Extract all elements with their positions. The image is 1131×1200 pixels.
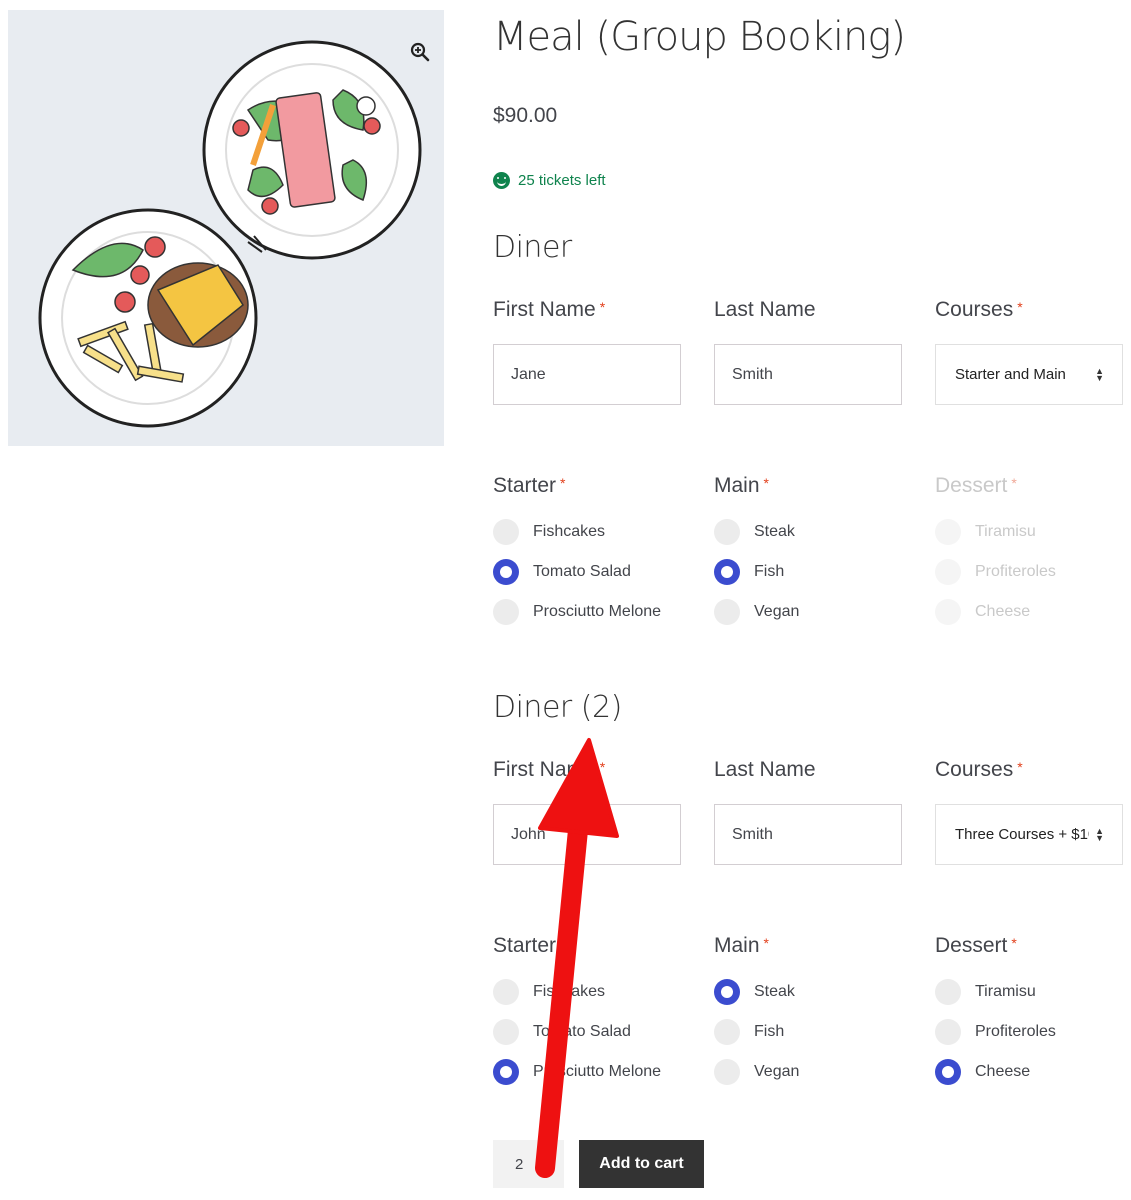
starter-option-fishcakes[interactable]: Fishcakes xyxy=(493,979,605,1005)
main-label: Main * xyxy=(714,474,769,497)
dessert-label: Dessert * xyxy=(935,474,1017,497)
main-label: Main * xyxy=(714,934,769,957)
radio-button[interactable] xyxy=(493,979,519,1005)
select-arrows-icon: ▲ ▼ xyxy=(1095,365,1104,383)
meal-illustration xyxy=(38,40,422,428)
radio-label: Tiramisu xyxy=(975,983,1036,1000)
main-option-fish[interactable]: Fish xyxy=(714,559,784,585)
courses-label: Courses * xyxy=(935,758,1023,781)
dessert-label: Dessert * xyxy=(935,934,1017,957)
starter-option-tomato-salad[interactable]: Tomato Salad xyxy=(493,559,631,585)
diner-2-heading: Diner (2) xyxy=(493,690,622,725)
stock-text: 25 tickets left xyxy=(518,172,606,189)
radio-label: Profiteroles xyxy=(975,563,1056,580)
dessert-option-tiramisu: Tiramisu xyxy=(935,519,1036,545)
radio-button xyxy=(935,559,961,585)
radio-label: Steak xyxy=(754,523,795,540)
radio-button[interactable] xyxy=(493,519,519,545)
radio-label: Profiteroles xyxy=(975,1023,1056,1040)
courses-select[interactable]: Three Courses + $10.00 ▲▼ xyxy=(935,804,1123,865)
radio-label: Cheese xyxy=(975,603,1031,620)
radio-button[interactable] xyxy=(935,979,961,1005)
radio-button[interactable] xyxy=(714,979,740,1005)
radio-label: Tiramisu xyxy=(975,523,1036,540)
courses-select-value: Three Courses + $10.00 xyxy=(955,826,1089,843)
radio-button[interactable] xyxy=(714,599,740,625)
starter-option-prosciutto-melone[interactable]: Prosciutto Melone xyxy=(493,1059,661,1085)
main-option-vegan[interactable]: Vegan xyxy=(714,1059,799,1085)
starter-option-fishcakes[interactable]: Fishcakes xyxy=(493,519,605,545)
radio-label: Tomato Salad xyxy=(533,563,631,580)
dessert-option-cheese[interactable]: Cheese xyxy=(935,1059,1030,1085)
radio-button[interactable] xyxy=(493,559,519,585)
radio-button xyxy=(935,519,961,545)
courses-select[interactable]: Starter and Main ▲ ▼ xyxy=(935,344,1123,405)
last-name-label: Last Name xyxy=(714,298,816,321)
radio-label: Prosciutto Melone xyxy=(533,1063,662,1080)
zoom-button[interactable] xyxy=(400,32,440,72)
radio-button[interactable] xyxy=(493,1019,519,1045)
courses-label: Courses * xyxy=(935,298,1023,321)
starter-label: Starter * xyxy=(493,474,566,497)
starter-option-prosciutto-melone[interactable]: Prosciutto Melone xyxy=(493,599,661,625)
first-name-label: First Name * xyxy=(493,758,606,781)
last-name-input[interactable] xyxy=(714,804,902,865)
radio-button[interactable] xyxy=(493,1059,519,1085)
radio-label: Vegan xyxy=(754,603,800,620)
radio-button[interactable] xyxy=(714,1059,740,1085)
radio-label: Fishcakes xyxy=(533,983,606,1000)
courses-select-value: Starter and Main xyxy=(955,366,1066,383)
radio-button[interactable] xyxy=(935,1059,961,1085)
radio-label: Prosciutto Melone xyxy=(533,603,662,620)
radio-label: Cheese xyxy=(975,1063,1031,1080)
radio-label: Steak xyxy=(754,983,795,1000)
radio-label: Fish xyxy=(754,563,785,580)
radio-label: Tomato Salad xyxy=(533,1023,631,1040)
dessert-option-cheese: Cheese xyxy=(935,599,1030,625)
radio-label: Fish xyxy=(754,1023,785,1040)
starter-label: Starter * xyxy=(493,934,566,957)
radio-label: Vegan xyxy=(754,1063,800,1080)
stock-status: 25 tickets left xyxy=(493,172,606,189)
radio-button[interactable] xyxy=(714,519,740,545)
radio-button xyxy=(935,599,961,625)
dessert-option-tiramisu[interactable]: Tiramisu xyxy=(935,979,1036,1005)
last-name-label: Last Name xyxy=(714,758,816,781)
select-arrows-icon: ▲ ▼ xyxy=(1095,825,1104,843)
first-name-label: First Name * xyxy=(493,298,606,321)
first-name-input[interactable] xyxy=(493,804,681,865)
main-option-steak[interactable]: Steak xyxy=(714,979,795,1005)
smiley-icon xyxy=(493,172,510,189)
radio-button[interactable] xyxy=(935,1019,961,1045)
radio-button[interactable] xyxy=(714,559,740,585)
main-option-steak[interactable]: Steak xyxy=(714,519,795,545)
product-price: $90.00 xyxy=(493,104,558,127)
main-option-vegan[interactable]: Vegan xyxy=(714,599,799,625)
first-name-input[interactable] xyxy=(493,344,681,405)
main-option-fish[interactable]: Fish xyxy=(714,1019,784,1045)
dessert-option-profiteroles[interactable]: Profiteroles xyxy=(935,1019,1056,1045)
dessert-option-profiteroles: Profiteroles xyxy=(935,559,1056,585)
add-to-cart-button[interactable]: Add to cart xyxy=(579,1140,704,1188)
last-name-input[interactable] xyxy=(714,344,902,405)
radio-label: Fishcakes xyxy=(533,523,606,540)
diner-heading: Diner xyxy=(493,230,572,265)
radio-button[interactable] xyxy=(493,599,519,625)
product-image[interactable] xyxy=(8,10,444,446)
radio-button[interactable] xyxy=(714,1019,740,1045)
quantity-input[interactable] xyxy=(493,1140,564,1188)
starter-option-tomato-salad[interactable]: Tomato Salad xyxy=(493,1019,631,1045)
product-title: Meal (Group Booking) xyxy=(493,14,906,60)
zoom-in-icon xyxy=(410,42,430,62)
